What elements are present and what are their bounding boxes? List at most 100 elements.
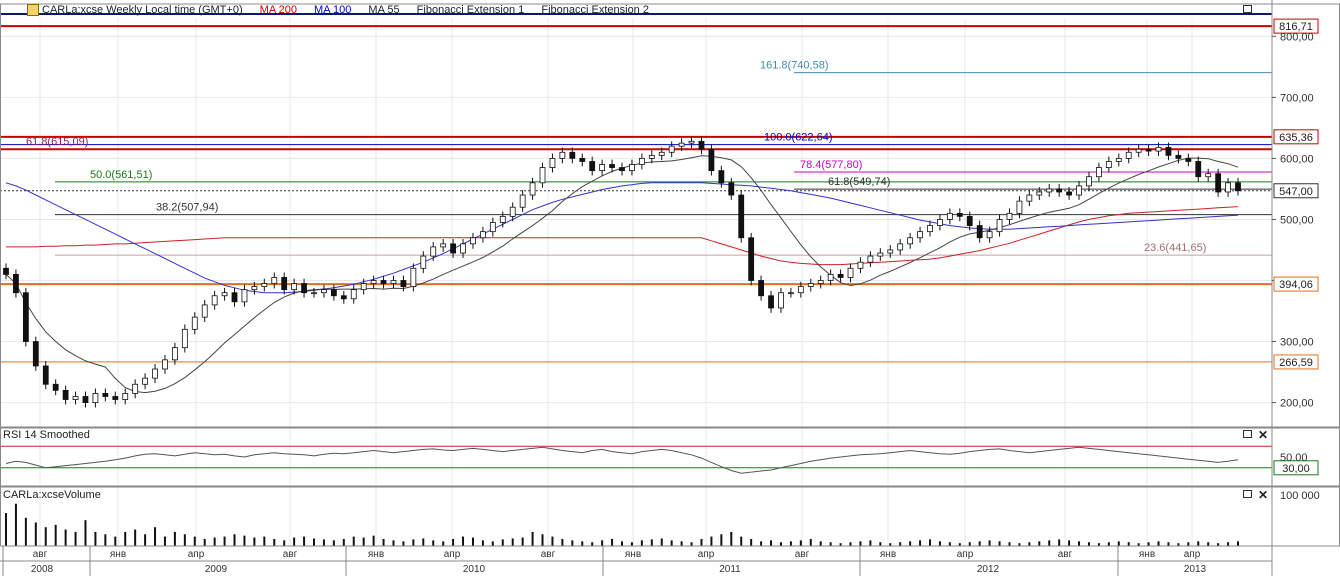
candle-body (519, 194, 526, 208)
month-label: апр (444, 549, 461, 560)
stock-chart: 800,00700,00600,00500,00400,00300,00200,… (0, 0, 1340, 576)
year-label: 2010 (463, 564, 486, 575)
price-tag-label: 547,00 (1279, 186, 1313, 198)
candle-body (410, 267, 417, 287)
candle-body (1205, 173, 1212, 178)
month-label: янв (880, 549, 896, 560)
indicator-ma200[interactable]: MA 200 (260, 4, 297, 16)
candle-body (797, 286, 804, 294)
symbol-title[interactable]: CARLa:xcse Weekly Local time (GMT+0) (42, 4, 243, 16)
fib-level-label: 61.8(615,09) (26, 136, 88, 148)
candle-body (1105, 161, 1112, 168)
candle-body (261, 283, 268, 287)
month-label: апр (957, 549, 974, 560)
fib-level-label: 78.4(577,80) (800, 159, 862, 171)
candle-body (738, 194, 745, 239)
candle-body (460, 243, 466, 254)
candle-body (648, 154, 655, 159)
candle-body (13, 273, 19, 294)
candle-body (321, 289, 327, 294)
candle-body (629, 164, 635, 172)
indicator-ma100[interactable]: MA 100 (314, 4, 351, 16)
candle-body (470, 237, 476, 245)
candle-body (976, 225, 983, 239)
candle-body (668, 145, 675, 153)
price-tick-label: 700,00 (1280, 92, 1314, 104)
fib-level-label: 50.0(561,51) (90, 169, 152, 181)
candle-body (678, 142, 685, 147)
candle-body (1175, 154, 1182, 159)
candle-body (32, 341, 39, 367)
candle-body (638, 158, 645, 165)
candle-body (897, 243, 904, 251)
indicator-ma55[interactable]: MA 55 (368, 4, 399, 16)
candle-body (1115, 158, 1122, 162)
month-label: авг (283, 549, 298, 560)
candle-body (907, 237, 914, 245)
candle-body (509, 206, 516, 217)
fib-level-label: 61.8(549,74) (828, 176, 890, 188)
candle-body (281, 277, 288, 291)
rsi-maximize-icon[interactable] (1243, 430, 1252, 438)
candle-body (1235, 182, 1241, 192)
indicator-fib2[interactable]: Fibonacci Extension 2 (541, 4, 649, 16)
fib-level-label: 38.2(507,94) (156, 202, 218, 214)
candle-body (430, 246, 437, 257)
price-tick-label: 200,00 (1280, 398, 1314, 410)
candle-body (132, 383, 139, 394)
candle-body (370, 280, 377, 284)
price-tag-label: 394,06 (1279, 279, 1313, 291)
indicator-fib1[interactable]: Fibonacci Extension 1 (417, 4, 525, 16)
price-tick-label: 500,00 (1280, 214, 1314, 226)
candle-body (231, 292, 238, 303)
candle-body (619, 167, 625, 172)
chart-header: CARLa:xcse Weekly Local time (GMT+0) MA … (42, 3, 663, 17)
month-label: янв (110, 549, 126, 560)
volume-maximize-icon[interactable] (1243, 490, 1252, 498)
candle-body (499, 215, 506, 223)
candle-body (1026, 194, 1033, 202)
maximize-icon[interactable] (1243, 5, 1252, 13)
candle-body (579, 158, 586, 162)
price-tick-label: 300,00 (1280, 337, 1314, 349)
candle-body (589, 161, 596, 172)
candle-body (3, 267, 9, 275)
candle-body (122, 393, 129, 400)
candle-body (191, 316, 198, 330)
candle-body (847, 267, 854, 278)
month-label: апр (188, 549, 205, 560)
candle-body (162, 359, 168, 370)
year-label: 2008 (31, 564, 54, 575)
candle-body (966, 215, 973, 226)
volume-title[interactable]: CARLa:xcseVolume (3, 489, 101, 501)
candle-body (817, 280, 824, 284)
candle-body (927, 225, 933, 233)
candle-body (1215, 173, 1222, 193)
candle-body (559, 151, 566, 159)
rsi-close-icon[interactable]: ✕ (1258, 429, 1268, 441)
candle-body (301, 283, 307, 294)
candle-body (291, 283, 298, 291)
candle-body (211, 295, 218, 306)
candle-body (569, 151, 576, 159)
candle-body (360, 283, 367, 291)
candle-body (857, 261, 864, 269)
rsi-title[interactable]: RSI 14 Smoothed (3, 429, 90, 441)
candle-body (340, 295, 347, 300)
candle-body (688, 140, 695, 144)
candle-body (1076, 185, 1082, 196)
month-label: авг (541, 549, 556, 560)
candle-body (420, 255, 427, 269)
volume-close-icon[interactable]: ✕ (1258, 489, 1268, 501)
candle-body (350, 289, 357, 300)
candle-body (788, 292, 794, 295)
month-label: янв (625, 549, 641, 560)
candle-body (986, 231, 993, 239)
candle-body (1086, 176, 1092, 187)
candle-body (539, 167, 546, 184)
candle-body (827, 273, 834, 281)
candle-body (1135, 148, 1142, 153)
candle-body (201, 304, 208, 318)
candle-body (271, 277, 278, 284)
fib-level-label: 100.0(622,64) (764, 132, 833, 144)
